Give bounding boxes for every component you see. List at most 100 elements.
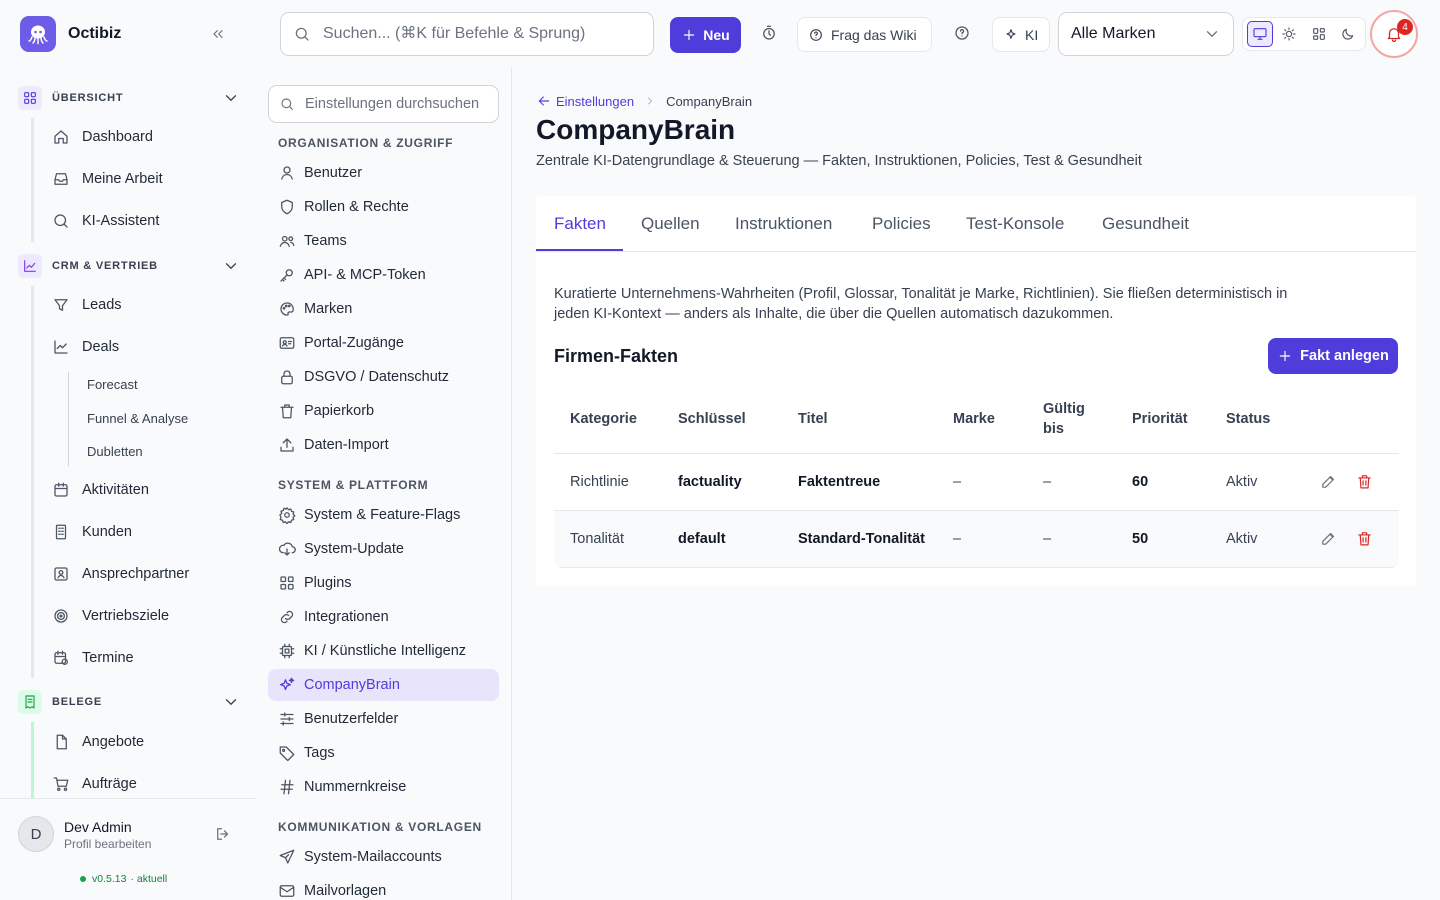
settings-item-papierkorb[interactable]: Papierkorb — [268, 395, 499, 427]
tab-test-konsole[interactable]: Test-Konsole — [966, 214, 1064, 234]
col-kategorie[interactable]: Kategorie — [570, 411, 637, 427]
edit-pencil-icon[interactable] — [1320, 530, 1337, 547]
table-row[interactable]: Tonalität default Standard-Tonalität – –… — [554, 511, 1399, 568]
nav-leads[interactable]: Leads — [52, 296, 122, 314]
brand[interactable]: Octibiz — [20, 16, 121, 52]
delete-trash-icon[interactable] — [1356, 473, 1373, 490]
nav-forecast[interactable]: Forecast — [87, 377, 138, 392]
nav-vertriebsziele[interactable]: Vertriebsziele — [52, 607, 169, 625]
settings-item-import[interactable]: Daten-Import — [268, 429, 499, 461]
settings-item-ki[interactable]: KI / Künstliche Intelligenz — [268, 635, 499, 667]
tab-policies[interactable]: Policies — [872, 214, 931, 234]
sun-icon[interactable] — [1277, 21, 1302, 47]
nav-meine-arbeit[interactable]: Meine Arbeit — [52, 170, 163, 188]
settings-item-api-token[interactable]: API- & MCP-Token — [268, 259, 499, 291]
nav-auftraege[interactable]: Aufträge — [52, 775, 137, 793]
chevron-down-icon[interactable] — [222, 257, 240, 275]
settings-item-benutzer[interactable]: Benutzer — [268, 157, 499, 189]
chevron-down-icon[interactable] — [222, 89, 240, 107]
nav-label: Angebote — [82, 734, 145, 750]
notifications-button[interactable]: 4 — [1370, 10, 1418, 58]
col-marke[interactable]: Marke — [953, 411, 995, 427]
tab-instruktionen[interactable]: Instruktionen — [735, 214, 832, 234]
logout-icon[interactable] — [214, 825, 232, 843]
nav-label: Ansprechpartner — [82, 566, 190, 582]
settings-item-benutzerfelder[interactable]: Benutzerfelder — [268, 703, 499, 735]
key-icon — [280, 269, 293, 282]
settings-item-label: Marken — [304, 301, 353, 317]
monitor-icon[interactable] — [1247, 21, 1273, 47]
contact-card-icon — [54, 567, 68, 581]
cell-prioritaet: 50 — [1132, 531, 1149, 547]
timer-icon[interactable] — [760, 24, 778, 42]
add-fact-button[interactable]: Fakt anlegen — [1268, 338, 1398, 374]
new-button[interactable]: Neu — [670, 17, 741, 53]
settings-item-dsgvo[interactable]: DSGVO / Datenschutz — [268, 361, 499, 393]
brand-select[interactable]: Alle Marken — [1058, 12, 1234, 56]
layout-grid-icon[interactable] — [1306, 21, 1331, 47]
nav-dubletten[interactable]: Dubletten — [87, 444, 143, 459]
tab-quellen[interactable]: Quellen — [641, 214, 700, 234]
global-search[interactable] — [280, 12, 654, 56]
settings-item-marken[interactable]: Marken — [268, 293, 499, 325]
document-icon — [56, 734, 67, 750]
delete-trash-icon[interactable] — [1356, 530, 1373, 547]
grid-icon — [18, 86, 42, 110]
settings-search-input[interactable] — [305, 96, 495, 112]
settings-item-teams[interactable]: Teams — [268, 225, 499, 257]
help-icon[interactable] — [953, 24, 971, 42]
nav-dashboard[interactable]: Dashboard — [52, 128, 153, 146]
table-row[interactable]: Richtlinie factuality Faktentreue – – 60… — [554, 454, 1399, 511]
tab-gesundheit[interactable]: Gesundheit — [1102, 214, 1189, 234]
settings-item-integrationen[interactable]: Integrationen — [268, 601, 499, 633]
settings-nav: ORGANISATION & ZUGRIFF Benutzer Rollen &… — [256, 68, 512, 900]
settings-item-label: Portal-Zugänge — [304, 335, 404, 351]
nav-deals[interactable]: Deals — [52, 338, 119, 356]
sub-rail — [68, 372, 69, 466]
tab-fakten[interactable]: Fakten — [554, 214, 606, 234]
col-prioritaet[interactable]: Priorität — [1132, 411, 1188, 427]
nav-angebote[interactable]: Angebote — [52, 733, 144, 751]
nav-funnel-analyse[interactable]: Funnel & Analyse — [87, 411, 188, 426]
section-crm[interactable]: CRM & VERTRIEB — [18, 254, 240, 278]
col-titel[interactable]: Titel — [798, 411, 828, 427]
active-tab-indicator — [536, 249, 623, 251]
settings-item-mailaccounts[interactable]: System-Mailaccounts — [268, 841, 499, 873]
chevron-down-icon[interactable] — [222, 693, 240, 711]
section-belege[interactable]: BELEGE — [18, 690, 240, 714]
nav-aktivitaeten[interactable]: Aktivitäten — [52, 481, 149, 499]
settings-item-system-update[interactable]: System-Update — [268, 533, 499, 565]
settings-item-tags[interactable]: Tags — [268, 737, 499, 769]
settings-item-label: System-Update — [304, 541, 404, 557]
collapse-sidebar-icon[interactable] — [210, 26, 226, 42]
nav-termine[interactable]: Termine — [52, 649, 134, 667]
plus-icon — [684, 29, 695, 41]
profile-edit-link[interactable]: Profil bearbeiten — [64, 837, 151, 851]
col-gueltig-line1[interactable]: Gültig — [1043, 401, 1085, 417]
facts-table: Kategorie Schlüssel Titel Marke Gültig b… — [554, 388, 1399, 568]
settings-item-portal[interactable]: Portal-Zugänge — [268, 327, 499, 359]
search-icon — [281, 98, 293, 110]
avatar[interactable]: D — [18, 816, 54, 852]
settings-item-feature-flags[interactable]: System & Feature-Flags — [268, 499, 499, 531]
settings-item-companybrain[interactable]: CompanyBrain — [268, 669, 499, 701]
col-status[interactable]: Status — [1226, 411, 1270, 427]
search-input[interactable] — [323, 25, 633, 43]
ki-button[interactable]: KI — [992, 17, 1050, 52]
nav-kunden[interactable]: Kunden — [52, 523, 132, 541]
col-gueltig-line2[interactable]: bis — [1043, 421, 1064, 437]
settings-search[interactable] — [268, 85, 499, 123]
nav-ki-assistent[interactable]: KI-Assistent — [52, 212, 159, 230]
settings-item-mailvorlagen[interactable]: Mailvorlagen — [268, 875, 499, 900]
chevron-right-icon — [644, 95, 656, 107]
col-schluessel[interactable]: Schlüssel — [678, 411, 746, 427]
settings-item-rollen[interactable]: Rollen & Rechte — [268, 191, 499, 223]
nav-ansprechpartner[interactable]: Ansprechpartner — [52, 565, 189, 583]
wiki-button[interactable]: Frag das Wiki — [797, 17, 932, 52]
breadcrumb-back-link[interactable]: Einstellungen — [536, 93, 634, 109]
settings-item-plugins[interactable]: Plugins — [268, 567, 499, 599]
section-uebersicht[interactable]: ÜBERSICHT — [18, 86, 240, 110]
settings-item-nummernkreise[interactable]: Nummernkreise — [268, 771, 499, 803]
edit-pencil-icon[interactable] — [1320, 473, 1337, 490]
moon-icon[interactable] — [1336, 21, 1361, 47]
